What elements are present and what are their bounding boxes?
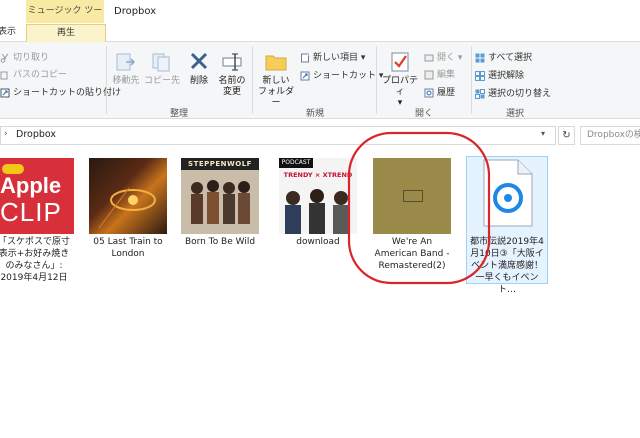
window-title: Dropbox — [114, 6, 157, 17]
select-none-label: 選択解除 — [488, 71, 525, 81]
delete-label: 削除 — [189, 76, 208, 86]
chevron-right-icon: › — [4, 129, 8, 139]
thumbnail-text-apple: Apple — [0, 173, 62, 198]
copy-path-label: パスのコピー — [13, 70, 68, 80]
new-group-label: 新規 — [305, 109, 324, 119]
open-label: 開く — [437, 53, 456, 63]
new-item-label: 新しい項目 — [313, 53, 359, 63]
copy-path-button[interactable]: パスのコピー — [0, 67, 67, 80]
thumbnail-text-clip: CLIP — [0, 197, 62, 227]
properties-label: プロパティ — [381, 76, 418, 97]
history-button[interactable]: 履歴 — [424, 85, 455, 98]
rename-button[interactable]: 名前の 変更 — [215, 50, 249, 98]
select-group-label: 選択 — [505, 109, 524, 119]
file-item[interactable]: STEPPENWOLF Born To Be Wild — [178, 150, 262, 290]
file-caption: 05 Last Train to London — [93, 237, 163, 259]
move-to-button[interactable]: 移動先 — [108, 50, 144, 87]
move-to-icon — [116, 53, 136, 71]
open-button[interactable]: 開く ▾ — [424, 50, 462, 63]
tab-view[interactable]: 表示 — [0, 24, 16, 41]
thumbnail-band-name: STEPPENWOLF — [181, 158, 259, 170]
invert-selection-icon — [475, 88, 485, 99]
folder-icon — [265, 55, 287, 71]
new-folder-button[interactable]: 新しい フォルダー — [256, 50, 296, 109]
file-item[interactable]: 05 Last Train to London — [86, 150, 170, 290]
edit-icon — [424, 70, 434, 79]
address-path[interactable]: Dropbox — [16, 129, 56, 140]
thumbnail-podcast-label: PODCAST — [279, 158, 313, 168]
thumbnail-trendy-label: TRENDY × XTREND — [283, 171, 353, 179]
shortcut-button[interactable]: ショートカット ▾ — [300, 68, 383, 81]
invert-selection-button[interactable]: 選択の切り替え — [475, 86, 551, 99]
red-annotation-circle — [347, 131, 491, 285]
file-item[interactable]: Apple CLIP 「スケポスで原寸表示+お好み焼きのみなさん」: 2019年… — [0, 150, 78, 290]
edit-label: 編集 — [437, 70, 456, 80]
edit-button[interactable]: 編集 — [424, 67, 455, 80]
properties-check-icon — [391, 52, 409, 72]
cut-button[interactable]: 切り取り — [0, 50, 49, 63]
properties-button[interactable]: プロパティ ▾ — [378, 50, 422, 109]
rename-label-line1: 名前の — [218, 76, 246, 86]
refresh-icon: ↻ — [562, 130, 571, 141]
shortcut-icon — [300, 71, 310, 80]
album-art-spaceship — [98, 187, 156, 229]
ribbon-separator — [471, 46, 472, 114]
cut-label: 切り取り — [13, 53, 50, 63]
paste-shortcut-label: ショートカットの貼り付け — [13, 88, 122, 98]
move-to-label: 移動先 — [112, 76, 140, 86]
music-tools-context-header: ミュージック ツール — [26, 0, 104, 39]
new-item-button[interactable]: 新しい項目 ▾ — [300, 50, 365, 63]
tab-play[interactable]: 再生 — [26, 24, 106, 42]
select-all-icon — [475, 53, 485, 62]
copy-to-button[interactable]: コピー先 — [144, 50, 180, 87]
new-folder-label-line1: 新しい — [262, 76, 290, 86]
copy-to-label: コピー先 — [144, 76, 181, 86]
paste-shortcut-button[interactable]: ショートカットの貼り付け — [0, 85, 121, 98]
history-label: 履歴 — [437, 88, 456, 98]
select-none-icon — [475, 70, 485, 81]
navigation-bar: › Dropbox ▾ ↻ Dropboxの検 — [0, 125, 640, 147]
paste-shortcut-icon — [0, 88, 10, 97]
new-folder-label-line2: フォルダー — [257, 87, 294, 108]
scissors-icon — [0, 53, 9, 63]
new-item-icon — [301, 53, 309, 62]
rename-icon — [222, 53, 242, 71]
search-input[interactable]: Dropboxの検 — [580, 126, 640, 145]
select-none-button[interactable]: 選択解除 — [475, 68, 524, 81]
file-thumbnail — [89, 158, 167, 234]
select-all-button[interactable]: すべて選択 — [475, 50, 532, 63]
file-caption: 「スケポスで原寸表示+お好み焼きのみなさん」: 2019年4月12日 — [0, 237, 70, 283]
ribbon-separator — [106, 46, 107, 114]
copy-to-icon — [152, 53, 170, 72]
delete-x-icon — [190, 52, 208, 70]
open-icon — [424, 54, 434, 61]
refresh-button[interactable]: ↻ — [558, 126, 575, 145]
file-thumbnail: STEPPENWOLF — [181, 158, 259, 234]
ribbon-separator — [252, 46, 253, 114]
invert-selection-label: 選択の切り替え — [488, 89, 552, 99]
file-thumbnail: Apple CLIP — [0, 158, 74, 234]
rename-label-line2: 変更 — [222, 87, 241, 97]
band-photo — [181, 170, 259, 234]
chevron-down-icon[interactable]: ▾ — [541, 129, 545, 138]
copy-path-icon — [0, 71, 8, 79]
ribbon-separator — [376, 46, 377, 114]
organize-group-label: 整理 — [169, 109, 188, 119]
select-all-label: すべて選択 — [488, 53, 533, 63]
shortcut-label: ショートカット — [313, 71, 377, 81]
delete-button[interactable]: 削除 — [184, 50, 214, 87]
open-group-label: 開く — [414, 109, 433, 119]
history-icon — [424, 88, 434, 97]
file-caption: Born To Be Wild — [184, 237, 256, 247]
